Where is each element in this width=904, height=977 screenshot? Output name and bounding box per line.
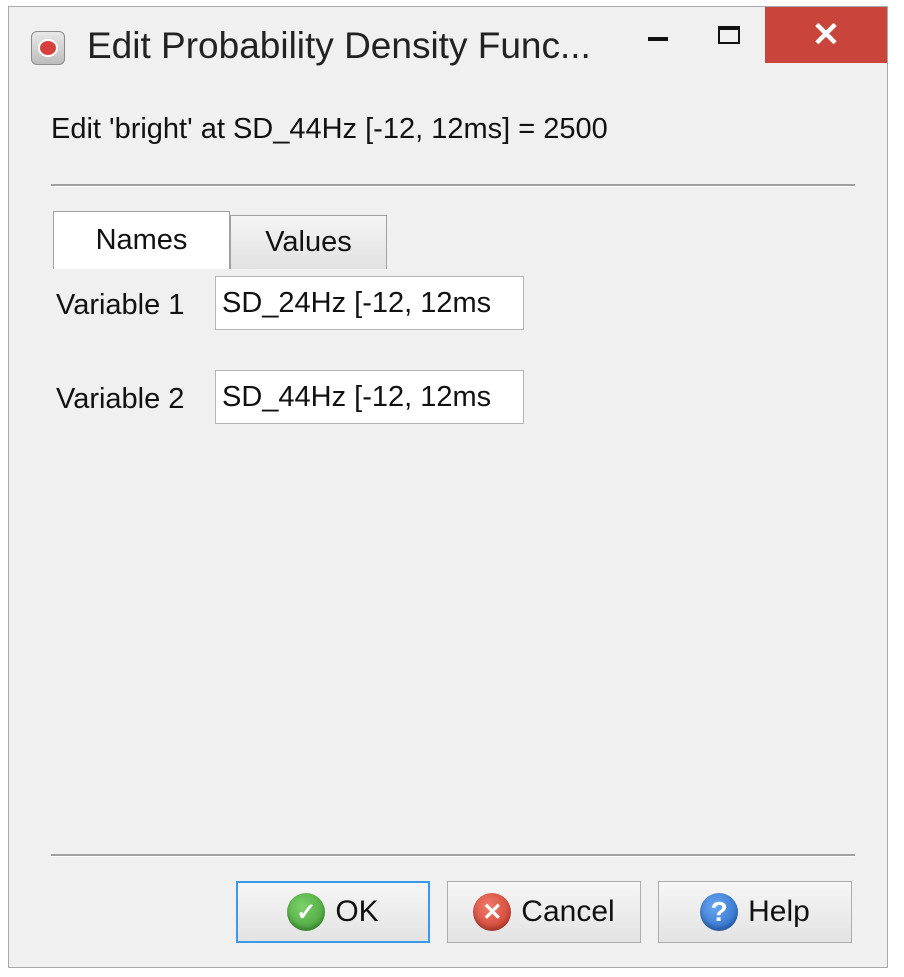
title-bar[interactable]: Edit Probability Density Func... ✕ [9, 7, 887, 87]
top-divider [51, 184, 855, 187]
help-button-label: Help [748, 895, 810, 928]
app-icon[interactable] [31, 31, 65, 65]
maximize-button[interactable] [693, 7, 765, 63]
bottom-divider [51, 854, 855, 857]
cancel-button[interactable]: ✕ Cancel [447, 881, 641, 943]
ok-button-label: OK [335, 895, 379, 928]
maximize-icon [718, 26, 740, 44]
window-title: Edit Probability Density Func... [87, 25, 591, 66]
ok-button[interactable]: ✓ OK [236, 881, 430, 943]
close-button[interactable]: ✕ [765, 7, 887, 63]
dialog-header: Edit 'bright' at SD_44Hz [-12, 12ms] = 2… [51, 113, 608, 145]
question-icon: ? [700, 893, 739, 931]
close-icon: ✕ [811, 16, 841, 54]
tab-values[interactable]: Values [230, 215, 387, 269]
variable-2-label: Variable 2 [56, 383, 185, 415]
cancel-button-label: Cancel [521, 895, 615, 928]
variable-2-input[interactable] [215, 370, 524, 424]
minimize-button[interactable] [623, 7, 693, 63]
check-icon: ✓ [287, 893, 326, 931]
tab-names[interactable]: Names [53, 211, 230, 269]
minimize-icon [648, 37, 668, 41]
x-icon: ✕ [473, 893, 512, 931]
variable-1-label: Variable 1 [56, 289, 185, 321]
dialog-window: Edit Probability Density Func... ✕ Edit … [8, 6, 888, 968]
help-button[interactable]: ? Help [658, 881, 852, 943]
variable-1-input[interactable] [215, 276, 524, 330]
